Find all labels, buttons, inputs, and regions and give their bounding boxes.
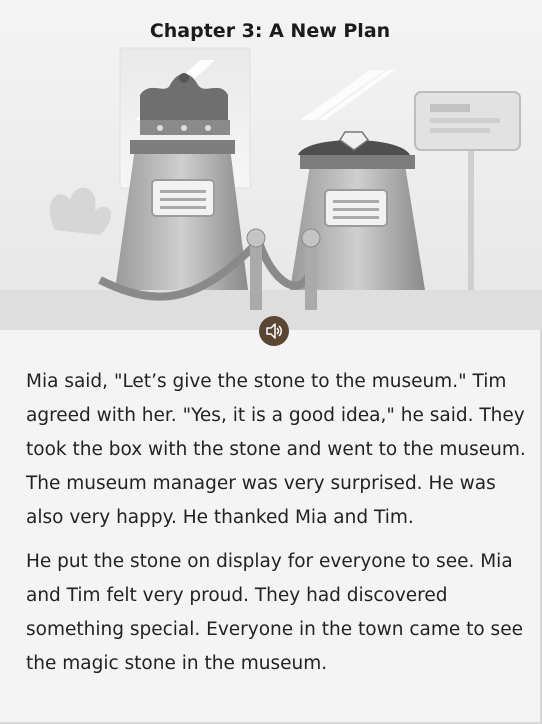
story-paragraph: Mia said, "Let’s give the stone to the m… xyxy=(26,371,526,528)
museum-illustration xyxy=(0,0,542,330)
audio-play-button[interactable] xyxy=(259,316,289,346)
story-paragraph: He put the stone on display for everyone… xyxy=(26,551,523,674)
speaker-icon xyxy=(266,323,282,339)
chapter-title: Chapter 3: A New Plan xyxy=(149,20,391,42)
story-page: Chapter 3: A New Plan Mia said, "Let’s g… xyxy=(0,0,542,724)
